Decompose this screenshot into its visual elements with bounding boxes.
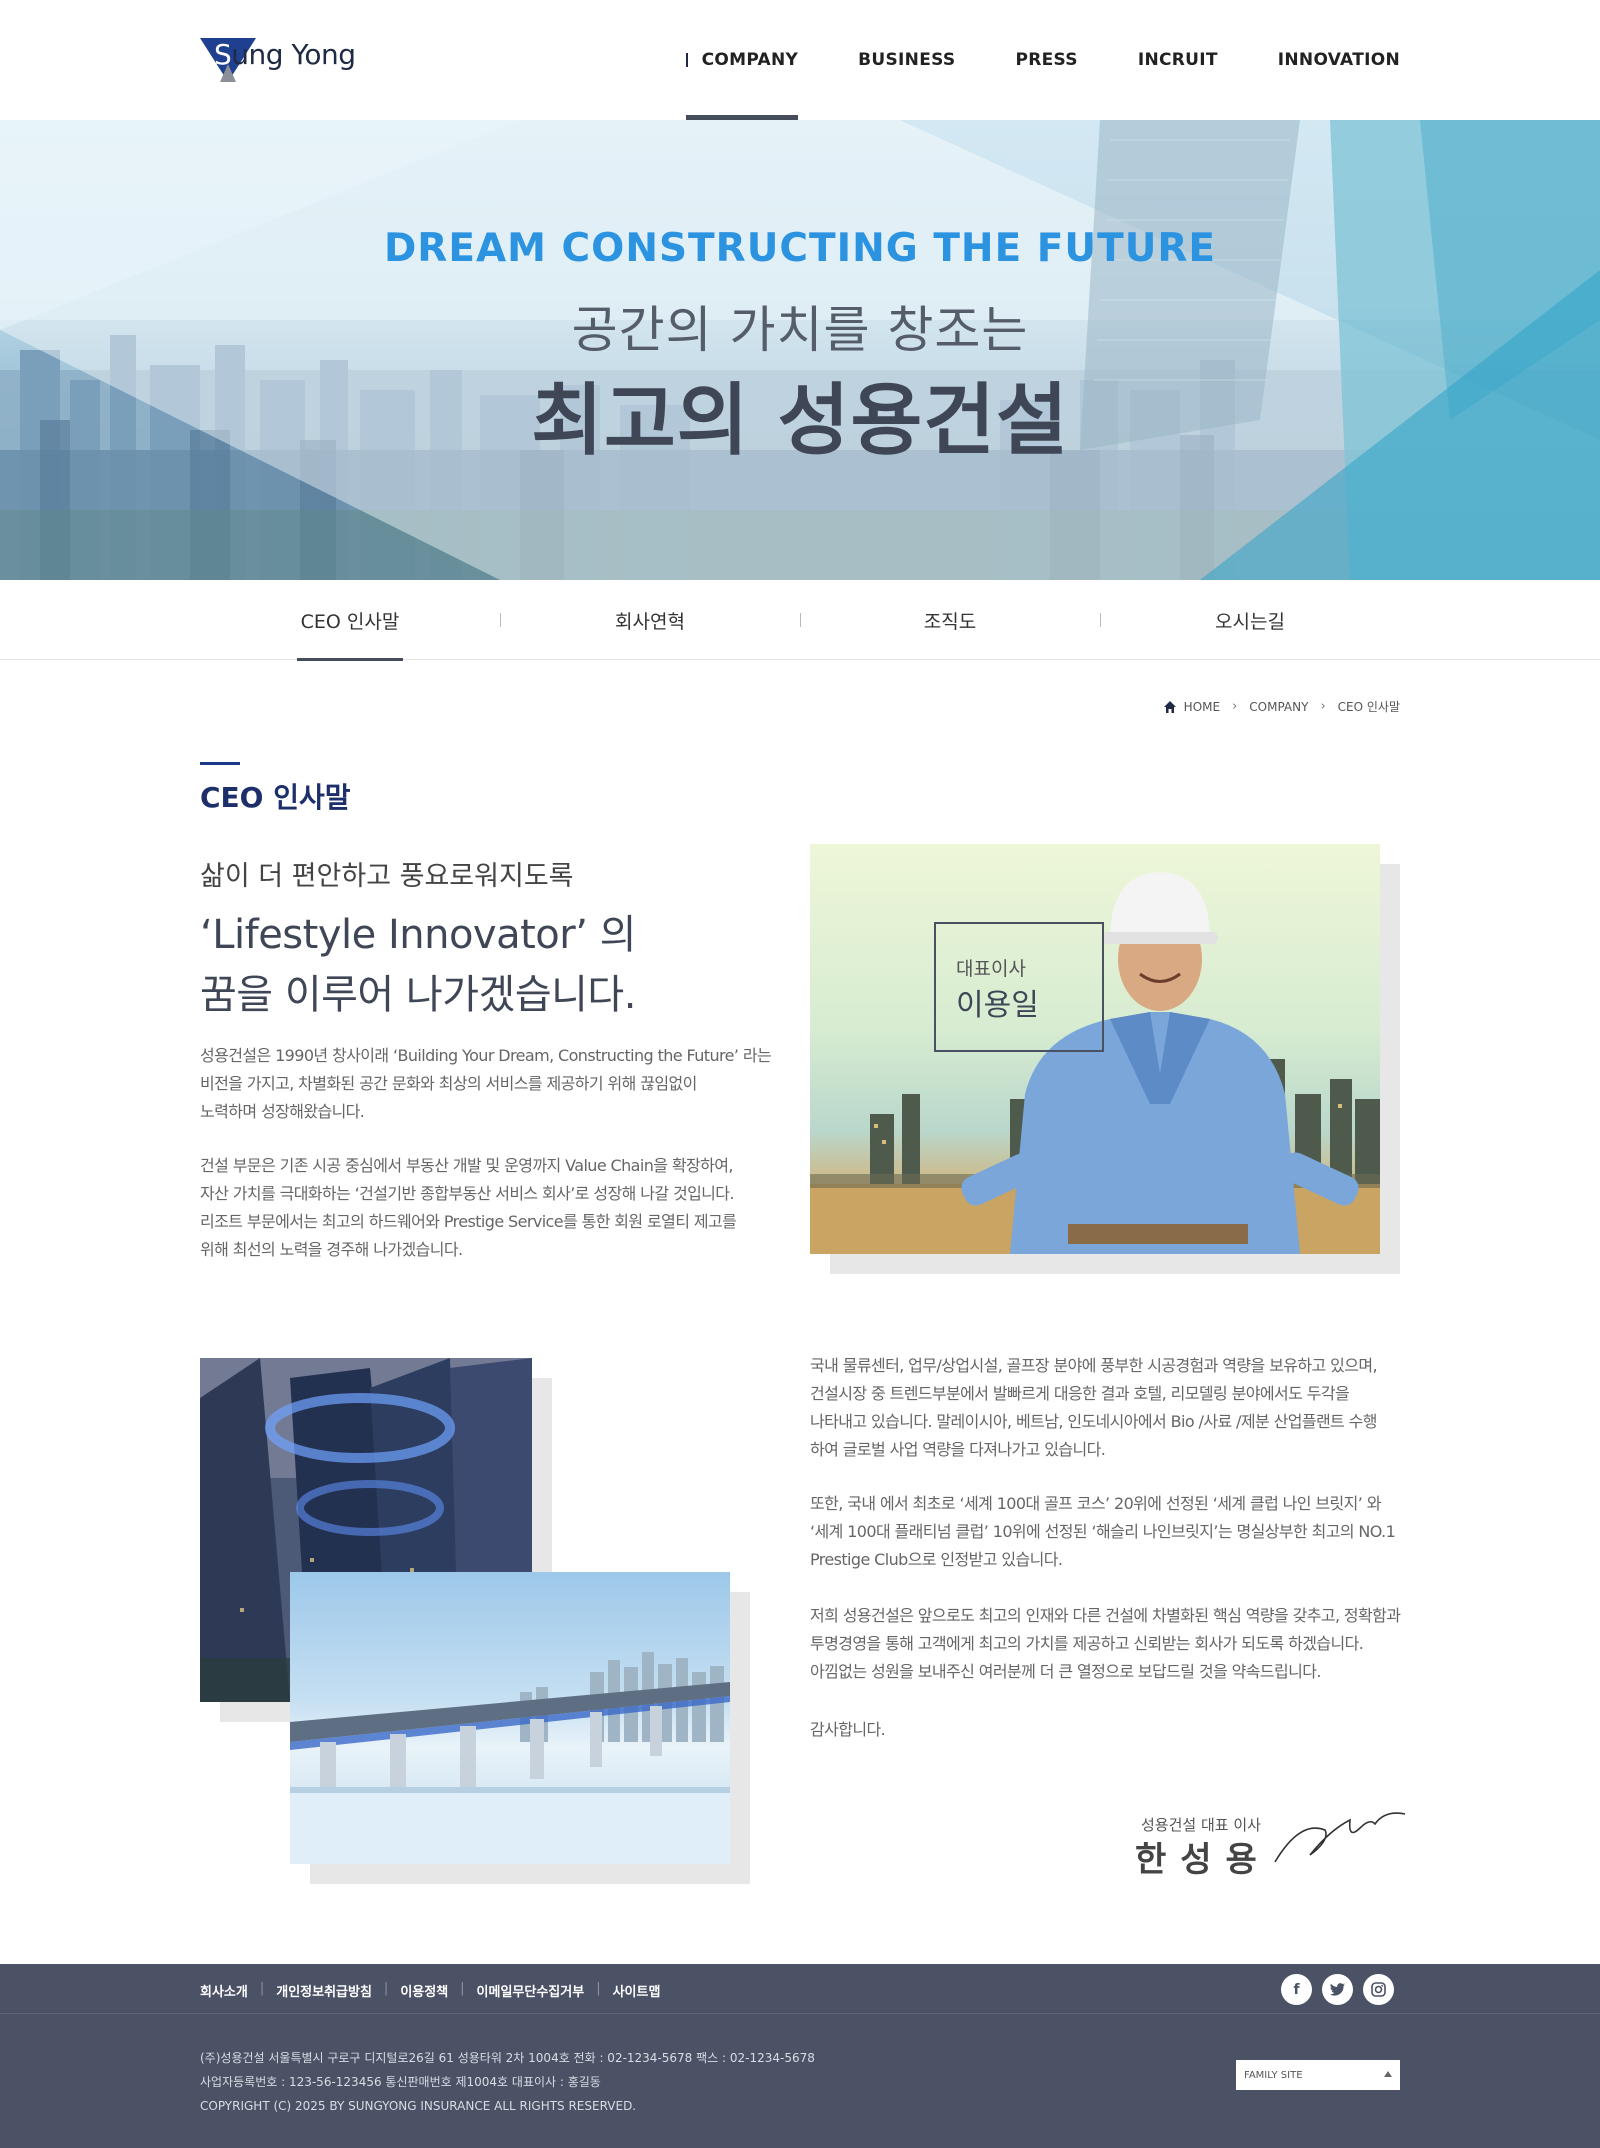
- ceo-role: 대표이사: [956, 958, 1026, 980]
- site-header: Sung Yong COMPANY BUSINESS PRESS INCRUIT…: [0, 0, 1600, 120]
- breadcrumb-home[interactable]: HOME: [1184, 700, 1220, 714]
- lead-title-line2: 꿈을 이루어 나가겠습니다.: [200, 972, 636, 1018]
- chevron-right-icon: ›: [1232, 699, 1238, 714]
- hero-english-title: DREAM CONSTRUCTING THE FUTURE: [383, 226, 1217, 271]
- closing-text: 감사합니다.: [810, 1720, 886, 1739]
- section-accent-bar: [200, 762, 240, 765]
- intro-paragraph-1: 성용건설은 1990년 창사이래 ‘Building Your Dream, C…: [200, 1046, 772, 1121]
- main-nav: COMPANY BUSINESS PRESS INCRUIT INNOVATIO…: [656, 0, 1400, 120]
- body-paragraph-3: 저희 성용건설은 앞으로도 최고의 인재와 다른 건설에 차별화된 핵심 역량을…: [810, 1606, 1401, 1681]
- tab-directions[interactable]: 오시는길: [1100, 580, 1400, 660]
- tab-organization[interactable]: 조직도: [800, 580, 1100, 660]
- footer-links: 회사소개 | 개인정보취급방침 | 이용정책 | 이메일무단수집거부 | 사이트…: [200, 1981, 661, 2000]
- nav-business[interactable]: BUSINESS: [828, 0, 985, 120]
- breadcrumb: HOME › COMPANY › CEO 인사말: [1163, 698, 1400, 715]
- tab-ceo-greeting[interactable]: CEO 인사말: [200, 580, 500, 661]
- twitter-icon[interactable]: [1322, 1974, 1353, 2005]
- handwritten-signature-icon: [1274, 1812, 1406, 1863]
- family-site-select[interactable]: FAMILY SITE: [1236, 2060, 1400, 2090]
- intro-paragraph-2: 건설 부문은 기존 시공 중심에서 부동산 개발 및 운영까지 Value Ch…: [200, 1156, 737, 1259]
- nav-company[interactable]: COMPANY: [656, 0, 829, 120]
- footer-link-sitemap[interactable]: 사이트맵: [613, 1981, 661, 2000]
- chevron-right-icon: ›: [1320, 699, 1326, 714]
- hero-subtitle: 공간의 가치를 창조는: [571, 301, 1029, 359]
- nav-incruit[interactable]: INCRUIT: [1108, 0, 1248, 120]
- instagram-icon[interactable]: [1363, 1974, 1394, 2005]
- nav-press[interactable]: PRESS: [985, 0, 1107, 120]
- footer-link-terms[interactable]: 이용정책: [400, 1981, 448, 2000]
- site-footer: 회사소개 | 개인정보취급방침 | 이용정책 | 이메일무단수집거부 | 사이트…: [0, 1964, 1600, 2148]
- nav-innovation[interactable]: INNOVATION: [1248, 0, 1400, 120]
- copyright: COPYRIGHT (C) 2025 BY SUNGYONG INSURANCE…: [200, 2099, 637, 2113]
- body-paragraph-1: 국내 물류센터, 업무/상업시설, 골프장 분야에 풍부한 시공경험과 역량을 …: [810, 1356, 1378, 1459]
- body-paragraph-2: 또한, 국내 에서 최초로 ‘세계 100대 골프 코스’ 20위에 선정된 ‘…: [810, 1494, 1396, 1569]
- ceo-name: 이용일: [956, 988, 1039, 1023]
- signature-name: 한성용: [1135, 1840, 1271, 1880]
- sub-navigation: CEO 인사말 회사연혁 조직도 오시는길: [0, 580, 1600, 661]
- page-title: CEO 인사말: [200, 781, 351, 814]
- footer-link-privacy[interactable]: 개인정보취급방침: [276, 1981, 372, 2000]
- logo-text: ung Yong: [231, 38, 356, 71]
- footer-link-about[interactable]: 회사소개: [200, 1981, 248, 2000]
- lead-subtitle: 삶이 더 편안하고 풍요로워지도록: [200, 861, 574, 892]
- hero-banner: DREAM CONSTRUCTING THE FUTURE 공간의 가치를 창조…: [0, 120, 1600, 580]
- logo[interactable]: Sung Yong: [200, 36, 360, 82]
- tab-history[interactable]: 회사연혁: [500, 580, 800, 660]
- bridge-photo: [290, 1572, 730, 1864]
- chevron-up-icon: [1384, 2071, 1392, 2077]
- facebook-icon[interactable]: f: [1281, 1974, 1312, 2005]
- breadcrumb-company[interactable]: COMPANY: [1249, 700, 1308, 714]
- logo-text-initial: S: [214, 38, 232, 71]
- breadcrumb-current: CEO 인사말: [1337, 700, 1400, 714]
- social-links: f: [1281, 1974, 1394, 2005]
- footer-link-email-policy[interactable]: 이메일무단수집거부: [477, 1981, 585, 2000]
- hero-main-title: 최고의 성용건설: [531, 376, 1069, 466]
- lead-title-line1: ‘Lifestyle Innovator’ 의: [200, 912, 636, 958]
- company-info: (주)성용건설 서울특별시 구로구 디지털로26길 61 성용타워 2차 100…: [200, 2046, 815, 2118]
- home-icon[interactable]: [1163, 700, 1177, 714]
